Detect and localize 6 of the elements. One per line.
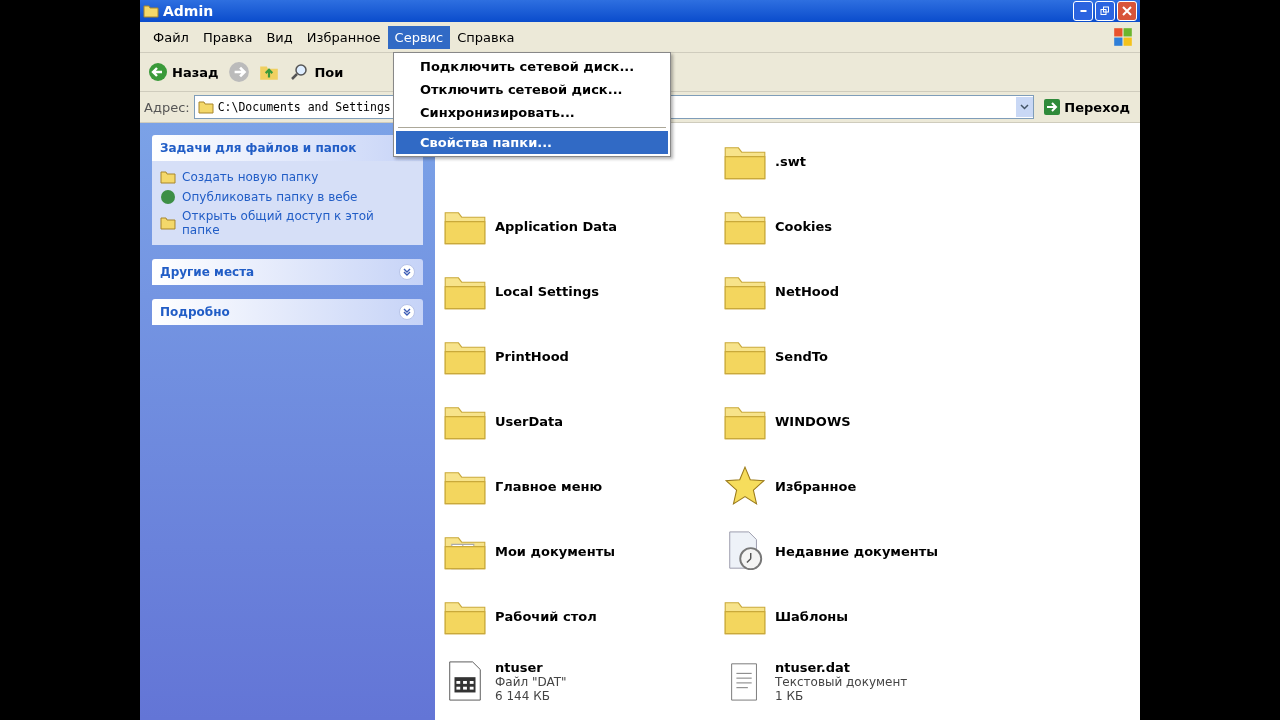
file-detail: Текстовый документ bbox=[775, 674, 908, 689]
file-detail: Файл "DAT" bbox=[495, 674, 567, 689]
window-title: Admin bbox=[163, 3, 214, 19]
file-detail: 6 144 КБ bbox=[495, 688, 551, 703]
address-label: Адрес: bbox=[144, 99, 190, 115]
file-detail: 1 КБ bbox=[775, 688, 805, 703]
